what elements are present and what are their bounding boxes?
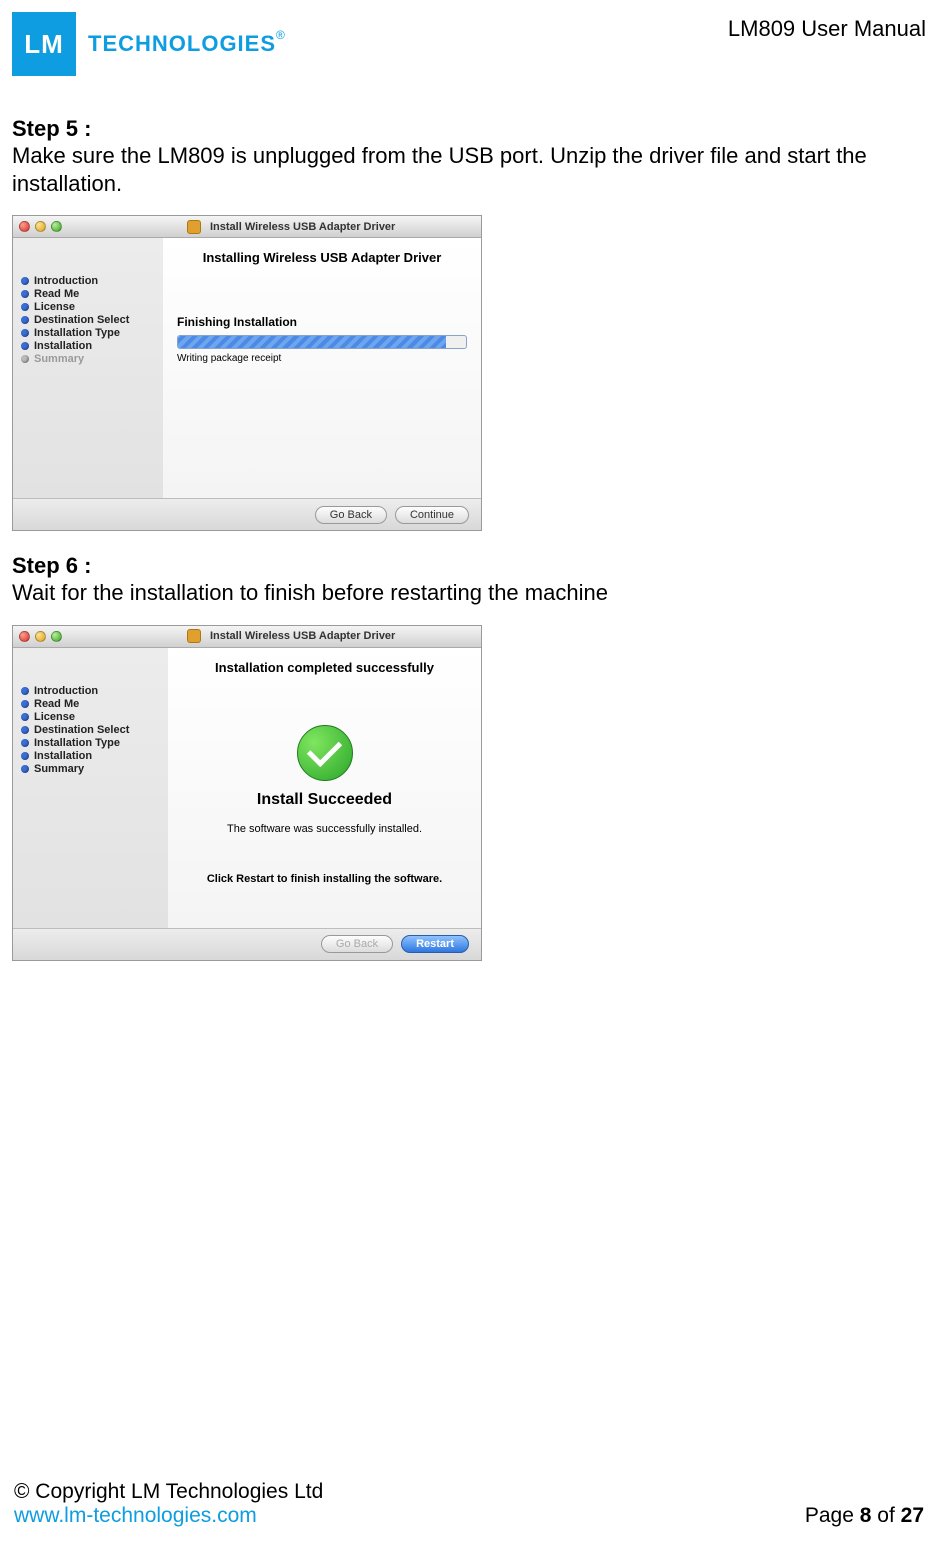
titlebar: Install Wireless USB Adapter Driver — [13, 626, 481, 648]
copyright: © Copyright LM Technologies Ltd — [14, 1480, 323, 1504]
sidebar-item: Summary — [21, 763, 160, 775]
registered-mark: ® — [276, 28, 285, 42]
zoom-icon[interactable] — [51, 631, 62, 642]
installer-sidebar: Introduction Read Me License Destination… — [13, 238, 163, 498]
document-title: LM809 User Manual — [728, 12, 926, 42]
go-back-button: Go Back — [321, 935, 393, 953]
sidebar-item: License — [21, 711, 160, 723]
page-number: Page 8 of 27 — [805, 1504, 924, 1528]
window-title: Install Wireless USB Adapter Driver — [210, 221, 395, 233]
sidebar-item: Installation — [21, 750, 160, 762]
sidebar-item: Read Me — [21, 698, 160, 710]
stage-label: Finishing Installation — [177, 315, 467, 329]
progress-bar — [177, 335, 467, 349]
sidebar-item: Read Me — [21, 288, 155, 300]
status-text: Writing package receipt — [177, 353, 467, 364]
success-note: Click Restart to finish installing the s… — [182, 873, 467, 885]
go-back-button[interactable]: Go Back — [315, 506, 387, 524]
footer-left: © Copyright LM Technologies Ltd www.lm-t… — [14, 1480, 323, 1528]
sidebar-item: License — [21, 301, 155, 313]
page-footer: © Copyright LM Technologies Ltd www.lm-t… — [14, 1480, 924, 1528]
installer-main: Installation completed successfully Inst… — [168, 648, 481, 928]
success-title: Install Succeeded — [182, 791, 467, 809]
installer-sidebar: Introduction Read Me License Destination… — [13, 648, 168, 928]
page-header: LM TECHNOLOGIES® LM809 User Manual — [12, 12, 926, 76]
installer-footer: Go Back Restart — [13, 928, 481, 960]
sidebar-item: Destination Select — [21, 724, 160, 736]
titlebar: Install Wireless USB Adapter Driver — [13, 216, 481, 238]
logo-text: TECHNOLOGIES® — [88, 31, 285, 57]
sidebar-item: Summary — [21, 353, 155, 365]
step6-body: Wait for the installation to finish befo… — [12, 579, 926, 607]
restart-button[interactable]: Restart — [401, 935, 469, 953]
installer-window-2: Install Wireless USB Adapter Driver Intr… — [12, 625, 482, 961]
footer-url[interactable]: www.lm-technologies.com — [14, 1504, 257, 1527]
success-subtitle: The software was successfully installed. — [182, 823, 467, 835]
installer-window-1: Install Wireless USB Adapter Driver Intr… — [12, 215, 482, 531]
logo-text-label: TECHNOLOGIES — [88, 31, 276, 56]
installer-main: Installing Wireless USB Adapter Driver F… — [163, 238, 481, 498]
logo: LM TECHNOLOGIES® — [12, 12, 285, 76]
installer-heading: Installation completed successfully — [182, 660, 467, 675]
sidebar-item: Introduction — [21, 685, 160, 697]
close-icon[interactable] — [19, 631, 30, 642]
success-check-icon — [297, 725, 353, 781]
sidebar-item: Installation — [21, 340, 155, 352]
step5-body: Make sure the LM809 is unplugged from th… — [12, 142, 926, 197]
window-title: Install Wireless USB Adapter Driver — [210, 630, 395, 642]
sidebar-item: Installation Type — [21, 737, 160, 749]
step5-heading: Step 5 : — [12, 116, 926, 142]
step6-heading: Step 6 : — [12, 553, 926, 579]
minimize-icon[interactable] — [35, 631, 46, 642]
zoom-icon[interactable] — [51, 221, 62, 232]
minimize-icon[interactable] — [35, 221, 46, 232]
continue-button[interactable]: Continue — [395, 506, 469, 524]
installer-footer: Go Back Continue — [13, 498, 481, 530]
installer-heading: Installing Wireless USB Adapter Driver — [177, 250, 467, 265]
sidebar-item: Introduction — [21, 275, 155, 287]
logo-mark: LM — [12, 12, 76, 76]
sidebar-item: Destination Select — [21, 314, 155, 326]
sidebar-item: Installation Type — [21, 327, 155, 339]
package-icon — [187, 220, 201, 234]
package-icon — [187, 629, 201, 643]
close-icon[interactable] — [19, 221, 30, 232]
